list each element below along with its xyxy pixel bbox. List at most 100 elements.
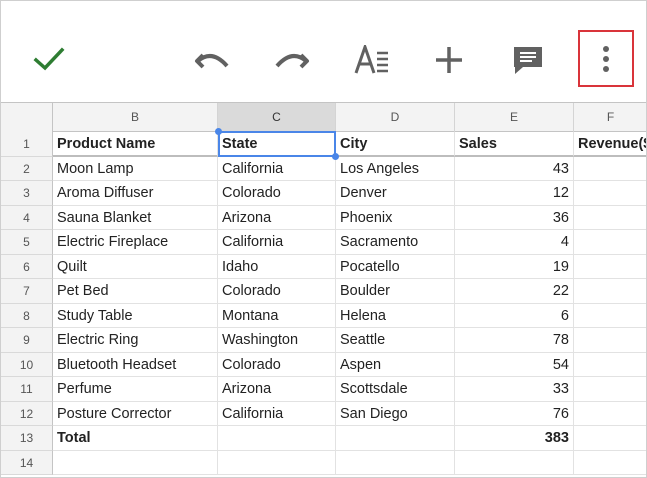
cell-revenue[interactable] bbox=[574, 426, 646, 451]
table-row: 12 Posture Corrector California San Dieg… bbox=[1, 401, 646, 426]
cell-product[interactable]: Aroma Diffuser bbox=[53, 181, 218, 206]
cell-total-label[interactable]: Total bbox=[53, 426, 218, 451]
cell-state[interactable]: California bbox=[218, 230, 336, 255]
cell-state[interactable] bbox=[218, 450, 336, 475]
redo-icon[interactable] bbox=[271, 41, 313, 79]
cell-product[interactable]: Electric Ring bbox=[53, 328, 218, 353]
select-all-corner[interactable] bbox=[1, 103, 53, 132]
row-header[interactable]: 12 bbox=[1, 401, 53, 426]
cell-city[interactable]: San Diego bbox=[336, 401, 455, 426]
cell-city[interactable]: Helena bbox=[336, 303, 455, 328]
row-header[interactable]: 6 bbox=[1, 254, 53, 279]
cell-sales[interactable]: 78 bbox=[455, 328, 574, 353]
cell-revenue[interactable] bbox=[574, 157, 646, 181]
cell-product[interactable]: Electric Fireplace bbox=[53, 230, 218, 255]
cell-sales[interactable]: 33 bbox=[455, 377, 574, 402]
cell-state[interactable]: Colorado bbox=[218, 352, 336, 377]
undo-icon[interactable] bbox=[191, 41, 233, 79]
selection-handle-bottom-right[interactable] bbox=[332, 153, 339, 160]
cell-revenue[interactable] bbox=[574, 255, 646, 279]
cell-product[interactable]: Sauna Blanket bbox=[53, 205, 218, 230]
cell-city[interactable]: Pocatello bbox=[336, 254, 455, 279]
cell-revenue[interactable] bbox=[574, 206, 646, 230]
add-icon[interactable] bbox=[429, 41, 469, 79]
cell-revenue[interactable] bbox=[574, 181, 646, 206]
cell-revenue[interactable] bbox=[574, 230, 646, 255]
cell-state[interactable]: Colorado bbox=[218, 279, 336, 304]
row-header[interactable]: 5 bbox=[1, 230, 53, 255]
row-header[interactable]: 10 bbox=[1, 352, 53, 377]
cell-revenue[interactable] bbox=[574, 402, 646, 426]
cell-product[interactable] bbox=[53, 450, 218, 475]
cell-revenue[interactable] bbox=[574, 279, 646, 304]
row-header[interactable]: 11 bbox=[1, 377, 53, 402]
cell-revenue[interactable] bbox=[574, 451, 646, 475]
cell-city[interactable]: Seattle bbox=[336, 328, 455, 353]
column-header-f[interactable]: F bbox=[574, 103, 646, 132]
cell-state[interactable]: Arizona bbox=[218, 377, 336, 402]
cell-city[interactable] bbox=[336, 450, 455, 475]
cell-product[interactable]: Moon Lamp bbox=[53, 156, 218, 181]
cell-sales[interactable] bbox=[455, 450, 574, 475]
cell-product[interactable]: Quilt bbox=[53, 254, 218, 279]
row-header[interactable]: 4 bbox=[1, 205, 53, 230]
cell-city[interactable] bbox=[336, 426, 455, 451]
cell-sales[interactable]: 4 bbox=[455, 230, 574, 255]
cell-product[interactable]: Study Table bbox=[53, 303, 218, 328]
cell-state[interactable] bbox=[218, 426, 336, 451]
cell-city[interactable]: Denver bbox=[336, 181, 455, 206]
cell-sales-header[interactable]: Sales bbox=[455, 132, 574, 157]
row-header[interactable]: 8 bbox=[1, 303, 53, 328]
column-header-b[interactable]: B bbox=[53, 103, 218, 132]
cell-state[interactable]: Idaho bbox=[218, 254, 336, 279]
row-header[interactable]: 13 bbox=[1, 426, 53, 451]
cell-revenue[interactable] bbox=[574, 353, 646, 377]
cell-city[interactable]: Los Angeles bbox=[336, 156, 455, 181]
cell-sales[interactable]: 36 bbox=[455, 205, 574, 230]
cell-state-header[interactable]: State bbox=[218, 132, 336, 157]
cell-product[interactable]: Perfume bbox=[53, 377, 218, 402]
text-format-icon[interactable] bbox=[351, 41, 393, 79]
row-header[interactable]: 2 bbox=[1, 156, 53, 181]
table-row: 5 Electric Fireplace California Sacramen… bbox=[1, 230, 646, 255]
cell-state[interactable]: Arizona bbox=[218, 205, 336, 230]
row-header[interactable]: 14 bbox=[1, 450, 53, 475]
row-header[interactable]: 9 bbox=[1, 328, 53, 353]
cell-product-header[interactable]: Product Name bbox=[53, 132, 218, 157]
cell-revenue[interactable] bbox=[574, 377, 646, 402]
row-header[interactable]: 3 bbox=[1, 181, 53, 206]
column-header-e[interactable]: E bbox=[455, 103, 574, 132]
cell-city-header[interactable]: City bbox=[336, 132, 455, 157]
cell-revenue-header[interactable]: Revenue($ bbox=[574, 132, 646, 157]
column-header-c[interactable]: C bbox=[218, 103, 336, 132]
check-icon[interactable] bbox=[29, 41, 69, 77]
row-header[interactable]: 7 bbox=[1, 279, 53, 304]
cell-sales[interactable]: 22 bbox=[455, 279, 574, 304]
row-header[interactable]: 1 bbox=[1, 132, 53, 157]
cell-state[interactable]: Montana bbox=[218, 303, 336, 328]
comment-icon[interactable] bbox=[507, 41, 549, 79]
cell-city[interactable]: Phoenix bbox=[336, 205, 455, 230]
cell-sales[interactable]: 6 bbox=[455, 303, 574, 328]
cell-state[interactable]: Colorado bbox=[218, 181, 336, 206]
cell-sales[interactable]: 43 bbox=[455, 156, 574, 181]
cell-city[interactable]: Scottsdale bbox=[336, 377, 455, 402]
cell-sales[interactable]: 54 bbox=[455, 352, 574, 377]
cell-sales[interactable]: 76 bbox=[455, 401, 574, 426]
cell-state[interactable]: Washington bbox=[218, 328, 336, 353]
cell-product[interactable]: Pet Bed bbox=[53, 279, 218, 304]
cell-state[interactable]: California bbox=[218, 401, 336, 426]
cell-product[interactable]: Posture Corrector bbox=[53, 401, 218, 426]
cell-state[interactable]: California bbox=[218, 156, 336, 181]
cell-sales[interactable]: 19 bbox=[455, 254, 574, 279]
cell-city[interactable]: Sacramento bbox=[336, 230, 455, 255]
cell-product[interactable]: Bluetooth Headset bbox=[53, 352, 218, 377]
cell-revenue[interactable] bbox=[574, 304, 646, 328]
selection-handle-top-left[interactable] bbox=[215, 128, 222, 135]
cell-total-sales[interactable]: 383 bbox=[455, 426, 574, 451]
cell-city[interactable]: Aspen bbox=[336, 352, 455, 377]
cell-city[interactable]: Boulder bbox=[336, 279, 455, 304]
column-header-d[interactable]: D bbox=[336, 103, 455, 132]
cell-sales[interactable]: 12 bbox=[455, 181, 574, 206]
cell-revenue[interactable] bbox=[574, 328, 646, 353]
